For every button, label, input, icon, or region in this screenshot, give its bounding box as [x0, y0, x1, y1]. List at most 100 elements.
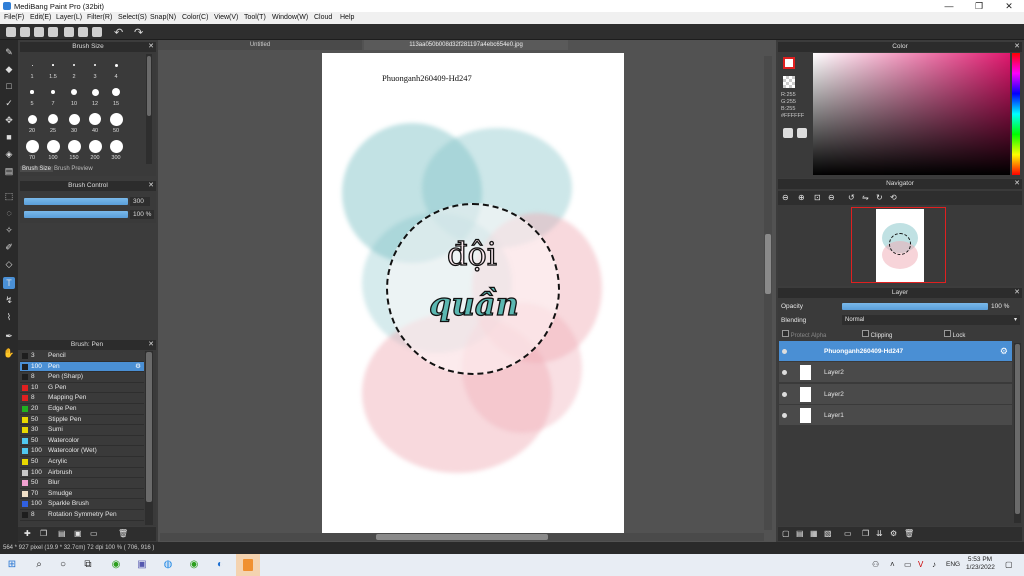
zoom-actual-icon[interactable]: ⊖: [828, 193, 835, 202]
menu-filter[interactable]: Filter(R): [87, 14, 112, 21]
layer-opacity-slider[interactable]: [842, 303, 988, 310]
new-layer-icon[interactable]: ▢: [782, 529, 790, 538]
brush-size-option[interactable]: 1: [22, 56, 42, 82]
visibility-eye-icon[interactable]: [782, 370, 787, 376]
antivirus-icon[interactable]: V: [918, 560, 923, 569]
select-pen-icon[interactable]: ✐: [3, 241, 15, 253]
delete-brush-icon[interactable]: 🗑: [118, 529, 128, 538]
visibility-eye-icon[interactable]: [782, 412, 787, 418]
canvas-horizontal-scrollbar[interactable]: [160, 533, 764, 541]
chrome-icon[interactable]: ◉: [110, 559, 122, 571]
flip-icon[interactable]: ⇋: [862, 193, 869, 202]
brush-list-item[interactable]: 8 Pen (Sharp): [20, 372, 144, 383]
brush-size-option[interactable]: 20: [22, 110, 42, 136]
brush-size-option[interactable]: 70: [22, 137, 42, 163]
layer-settings-icon[interactable]: ⚙: [890, 529, 897, 538]
brush-list-item[interactable]: 100 Pen ⚙: [20, 361, 144, 373]
brush-size-slider[interactable]: [24, 198, 128, 205]
brush-size-option[interactable]: 25: [43, 110, 63, 136]
teams-icon[interactable]: ▣: [136, 559, 148, 571]
operation-tool-icon[interactable]: ↯: [3, 294, 15, 306]
fit-icon[interactable]: ⊡: [814, 193, 821, 202]
zoom-in-icon[interactable]: ⊕: [798, 193, 805, 202]
new-1bit-layer-icon[interactable]: ▧: [824, 529, 832, 538]
task-view-icon[interactable]: ⧉: [82, 559, 94, 571]
brush-list-item[interactable]: 100 Sparkle Brush: [20, 499, 144, 510]
brush-list-item[interactable]: 20 Edge Pen: [20, 404, 144, 415]
clipping-option[interactable]: Clipping: [862, 330, 892, 339]
text-tool-icon[interactable]: T: [3, 277, 15, 289]
brush-size-option[interactable]: 40: [85, 110, 105, 136]
tab-active-image[interactable]: 113aa050b008d32f281197a4ebc654e0.jpg: [364, 40, 568, 50]
magic-wand-icon[interactable]: ✧: [3, 224, 15, 236]
hue-slider[interactable]: [1012, 53, 1020, 175]
import-brush-icon[interactable]: ▤: [58, 529, 66, 538]
brush-size-option[interactable]: 30: [64, 110, 84, 136]
hand-tool-icon[interactable]: ✋: [3, 347, 15, 359]
protect-alpha-option[interactable]: Protect Alpha: [782, 330, 826, 339]
brush-size-option[interactable]: 4: [106, 56, 126, 82]
close-button[interactable]: ✕: [994, 0, 1024, 12]
brush-opacity-value[interactable]: 100 %: [130, 210, 154, 219]
layer-row[interactable]: Layer2: [779, 383, 1012, 405]
export-brush-icon[interactable]: ▣: [74, 529, 82, 538]
notifications-icon[interactable]: ▢: [1005, 560, 1013, 569]
eyedropper-tool-icon[interactable]: ⌇: [3, 311, 15, 323]
brush-size-option[interactable]: 50: [106, 110, 126, 136]
bucket-tool-icon[interactable]: ◈: [3, 148, 15, 160]
dot-tool-icon[interactable]: ✓: [3, 97, 15, 109]
print-icon[interactable]: [78, 27, 88, 37]
brush-list-item[interactable]: 10 G Pen: [20, 382, 144, 394]
save-icon[interactable]: [48, 27, 58, 37]
color-picker-field[interactable]: [813, 53, 1010, 175]
menu-edit[interactable]: Edit(E): [30, 14, 51, 21]
menu-window[interactable]: Window(W): [272, 14, 308, 21]
panel-close-icon[interactable]: ✕: [1014, 288, 1020, 296]
layer-row[interactable]: Layer1: [779, 404, 1012, 426]
color-settings-icon[interactable]: [797, 128, 807, 138]
edge-icon[interactable]: ◐: [214, 559, 226, 571]
brush-opacity-slider[interactable]: [24, 211, 128, 218]
new-file-icon[interactable]: [6, 27, 16, 37]
brush-size-option[interactable]: 100: [43, 137, 63, 163]
brush-list-item[interactable]: 50 Watercolor: [20, 435, 144, 447]
eraser-tool-icon[interactable]: ◆: [3, 63, 15, 75]
panel-close-icon[interactable]: ✕: [1014, 42, 1020, 50]
layer-scrollbar[interactable]: [1014, 343, 1021, 523]
gradient-tool-icon[interactable]: ▤: [3, 165, 15, 177]
brush-list-item[interactable]: 3 Pencil: [20, 351, 144, 362]
brush-list-item[interactable]: 100 Airbrush: [20, 467, 144, 479]
brush-size-option[interactable]: 3: [85, 56, 105, 82]
export-icon[interactable]: [92, 27, 102, 37]
brush-tool-icon[interactable]: ✎: [3, 46, 15, 58]
brush-size-option[interactable]: 2: [64, 56, 84, 82]
move-tool-icon[interactable]: ✥: [3, 114, 15, 126]
tab-brush-size[interactable]: Brush Size: [20, 166, 54, 172]
lasso-tool-icon[interactable]: ◌: [3, 207, 15, 219]
palette-icon[interactable]: [783, 128, 793, 138]
delete-layer-icon[interactable]: 🗑: [904, 529, 914, 538]
duplicate-brush-icon[interactable]: ❐: [40, 529, 47, 538]
brush-list-item[interactable]: 8 Mapping Pen: [20, 393, 144, 404]
image-icon[interactable]: [64, 27, 74, 37]
brush-size-option[interactable]: 300: [106, 137, 126, 163]
folder-icon[interactable]: ▭: [844, 529, 852, 538]
brush-size-option[interactable]: 7: [43, 83, 63, 109]
speaker-icon[interactable]: ♪: [932, 560, 936, 569]
new-halftone-layer-icon[interactable]: ▤: [796, 529, 804, 538]
brush-list-item[interactable]: 70 Smudge: [20, 488, 144, 500]
rectangle-tool-icon[interactable]: □: [3, 80, 15, 92]
menu-select[interactable]: Select(S): [118, 14, 147, 21]
zoom-out-icon[interactable]: ⊖: [782, 193, 789, 202]
clock[interactable]: 5:53 PM 1/23/2022: [966, 556, 995, 572]
menu-view[interactable]: View(V): [214, 14, 238, 21]
duplicate-layer-icon[interactable]: ❐: [862, 529, 869, 538]
menu-color[interactable]: Color(C): [182, 14, 208, 21]
panel-close-icon[interactable]: ✕: [1014, 179, 1020, 187]
menu-layer[interactable]: Layer(L): [56, 14, 82, 21]
brush-size-value[interactable]: 300: [130, 197, 150, 206]
search-icon[interactable]: ⌕: [33, 559, 45, 571]
add-brush-icon[interactable]: ✚: [24, 529, 31, 538]
network-icon[interactable]: ▭: [904, 560, 912, 569]
brush-size-option[interactable]: 200: [85, 137, 105, 163]
